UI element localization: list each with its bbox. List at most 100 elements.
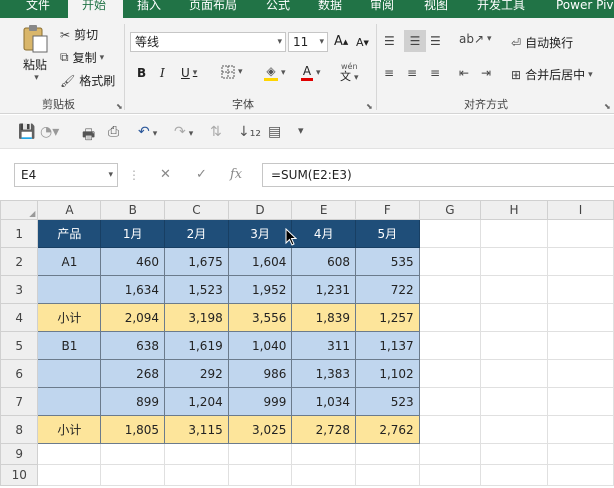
sort-icon[interactable]: ⇅: [210, 124, 222, 140]
product-cell[interactable]: 小计: [37, 303, 102, 332]
value-cell[interactable]: 268: [100, 359, 166, 388]
value-cell[interactable]: 1,034: [291, 387, 357, 416]
bold-button[interactable]: B: [137, 66, 146, 80]
row-header[interactable]: 7: [0, 387, 39, 416]
cut-button[interactable]: ✂ 剪切: [60, 26, 98, 43]
value-cell[interactable]: 1,839: [291, 303, 357, 332]
underline-button[interactable]: U ▾: [181, 66, 197, 80]
value-cell[interactable]: 2,762: [355, 415, 420, 444]
header-cell[interactable]: 5月: [355, 219, 420, 248]
header-cell[interactable]: 4月: [291, 219, 357, 248]
column-header[interactable]: E: [291, 200, 357, 220]
value-cell[interactable]: 999: [227, 387, 293, 416]
tab-formulas[interactable]: 公式: [266, 0, 290, 18]
italic-button[interactable]: I: [160, 66, 165, 80]
value-cell[interactable]: 523: [355, 387, 420, 416]
value-cell[interactable]: 2,094: [100, 303, 166, 332]
row-header[interactable]: 2: [0, 247, 39, 276]
fill-color-button[interactable]: ◈ ▾: [264, 64, 286, 81]
value-cell[interactable]: 1,805: [100, 415, 166, 444]
cell[interactable]: [418, 464, 482, 486]
value-cell[interactable]: 3,556: [227, 303, 293, 332]
value-cell[interactable]: 3,025: [227, 415, 293, 444]
cell[interactable]: [291, 443, 357, 465]
merge-center-button[interactable]: ⊞ 合并后居中 ▾: [511, 66, 593, 83]
cell[interactable]: [546, 387, 614, 416]
tab-review[interactable]: 审阅: [370, 0, 394, 18]
row-header[interactable]: 9: [0, 443, 39, 465]
cell[interactable]: [291, 464, 357, 486]
touch-mode-icon[interactable]: ◔▾: [40, 124, 59, 140]
cell[interactable]: [546, 219, 614, 248]
value-cell[interactable]: 1,952: [227, 275, 293, 304]
product-cell[interactable]: [37, 275, 102, 304]
borders-button[interactable]: ▾: [221, 65, 243, 79]
row-header[interactable]: 5: [0, 331, 39, 360]
column-header[interactable]: G: [418, 200, 482, 220]
print-preview-icon[interactable]: 🖶: [82, 124, 95, 148]
cell[interactable]: [355, 443, 420, 465]
column-header[interactable]: D: [227, 200, 293, 220]
copy-button[interactable]: ⧉ 复制 ▾: [60, 49, 104, 66]
cell[interactable]: [480, 387, 548, 416]
align-left-button[interactable]: ≡: [384, 66, 394, 80]
name-box[interactable]: E4 ▾: [14, 163, 118, 187]
value-cell[interactable]: 2,728: [291, 415, 357, 444]
row-header[interactable]: 10: [0, 464, 39, 486]
cell[interactable]: [546, 443, 614, 465]
tab-data[interactable]: 数据: [318, 0, 342, 18]
cell[interactable]: [227, 464, 293, 486]
cell[interactable]: [355, 464, 420, 486]
value-cell[interactable]: 1,257: [355, 303, 420, 332]
value-cell[interactable]: 3,198: [164, 303, 229, 332]
value-cell[interactable]: 722: [355, 275, 420, 304]
orientation-button[interactable]: ab↗ ▾: [459, 32, 492, 46]
font-color-button[interactable]: A ▾: [301, 64, 321, 81]
cell[interactable]: [480, 359, 548, 388]
cell[interactable]: [418, 219, 482, 248]
save-icon[interactable]: 💾: [18, 124, 35, 140]
value-cell[interactable]: 292: [164, 359, 229, 388]
cell[interactable]: [100, 443, 166, 465]
font-size-select[interactable]: 11 ▾: [288, 32, 328, 52]
clipboard-launcher-icon[interactable]: ⬊: [116, 102, 123, 111]
row-header[interactable]: 4: [0, 303, 39, 332]
value-cell[interactable]: 608: [291, 247, 357, 276]
value-cell[interactable]: 1,102: [355, 359, 420, 388]
value-cell[interactable]: 1,137: [355, 331, 420, 360]
align-right-button[interactable]: ≡: [430, 66, 440, 80]
value-cell[interactable]: 311: [291, 331, 357, 360]
cell[interactable]: [418, 275, 482, 304]
cell[interactable]: [480, 219, 548, 248]
grow-font-button[interactable]: A ▲: [334, 34, 348, 49]
value-cell[interactable]: 899: [100, 387, 166, 416]
cell[interactable]: [418, 443, 482, 465]
value-cell[interactable]: 1,231: [291, 275, 357, 304]
cell[interactable]: [480, 331, 548, 360]
select-all-corner[interactable]: ◢: [0, 200, 39, 220]
worksheet-grid[interactable]: ◢ A B C D E F G H I 1 产品 1月 2月 3月 4月 5月 …: [0, 200, 614, 486]
font-launcher-icon[interactable]: ⬊: [366, 102, 373, 111]
sort-numbers-icon[interactable]: ↓₁₂: [238, 124, 261, 140]
tab-developer[interactable]: 开发工具: [477, 0, 525, 18]
product-cell[interactable]: [37, 359, 102, 388]
format-painter-button[interactable]: 🖌 格式刷: [60, 72, 115, 89]
row-header[interactable]: 1: [0, 219, 39, 248]
value-cell[interactable]: 1,634: [100, 275, 166, 304]
undo-icon[interactable]: ↶ ▾: [138, 124, 157, 140]
cell[interactable]: [546, 303, 614, 332]
value-cell[interactable]: 1,604: [227, 247, 293, 276]
header-cell[interactable]: 3月: [227, 219, 293, 248]
tab-home[interactable]: 开始: [68, 0, 123, 18]
cell[interactable]: [418, 247, 482, 276]
cell[interactable]: [37, 443, 102, 465]
row-header[interactable]: 8: [0, 415, 39, 444]
tab-file[interactable]: 文件: [26, 0, 50, 18]
wrap-text-button[interactable]: ⏎ 自动换行: [511, 34, 573, 51]
cell[interactable]: [164, 443, 229, 465]
value-cell[interactable]: 3,115: [164, 415, 229, 444]
product-cell[interactable]: B1: [37, 331, 102, 360]
align-middle-button[interactable]: ☰: [404, 30, 426, 52]
cell[interactable]: [480, 247, 548, 276]
insert-function-icon[interactable]: fx: [230, 167, 242, 182]
